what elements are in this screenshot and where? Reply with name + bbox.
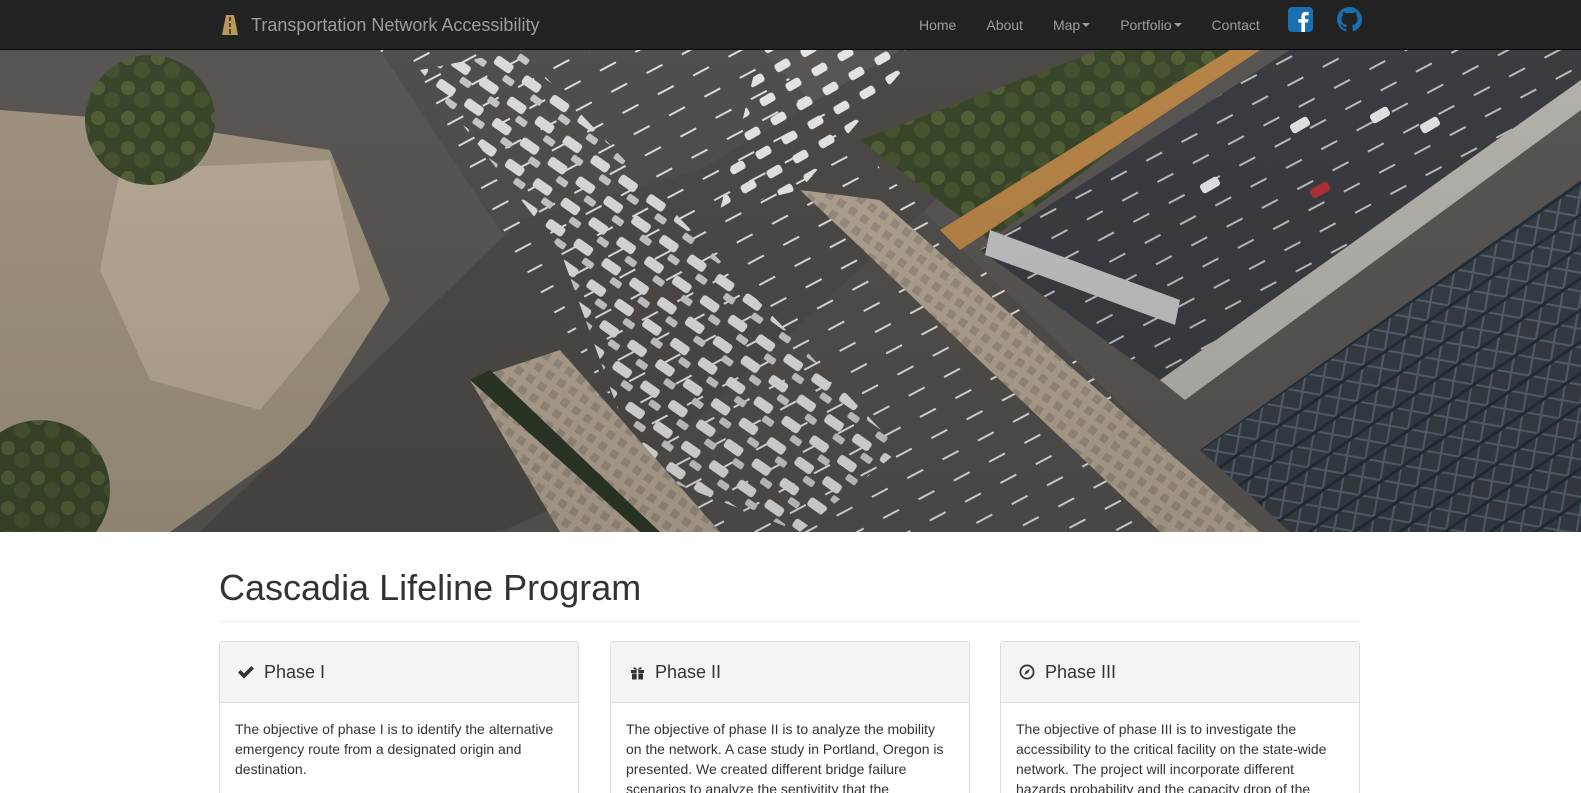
panel-heading: Phase III (1001, 642, 1359, 703)
brand-link[interactable]: Transportation Network Accessibility (221, 0, 539, 50)
panel-heading: Phase I (220, 642, 578, 703)
panel-body: The objective of phase II is to analyze … (626, 721, 944, 793)
panel-title: Phase II (655, 661, 722, 682)
road-logo-icon (222, 15, 238, 35)
caret-down-icon (1082, 23, 1091, 27)
brand-title: Transportation Network Accessibility (251, 14, 540, 35)
checkmark-icon (237, 663, 255, 681)
page-title: Cascadia Lifeline Program (219, 567, 642, 608)
page-header: Cascadia Lifeline Program (219, 565, 1360, 622)
nav-contact[interactable]: Contact (1197, 0, 1275, 50)
nav-about[interactable]: About (971, 0, 1038, 50)
facebook-icon[interactable] (1287, 6, 1313, 32)
nav-map-label: Map (1052, 17, 1081, 33)
github-icon[interactable] (1336, 6, 1362, 32)
panel-body: The objective of phase I is to identify … (235, 721, 554, 777)
hero-carousel[interactable] (0, 50, 1581, 532)
nav-menu: Home About Map Portfolio Contact (904, 0, 1275, 50)
gift-icon (628, 663, 646, 681)
panel-heading: Phase II (611, 642, 969, 703)
panel-title: Phase I (264, 661, 326, 682)
compass-icon (1018, 663, 1036, 681)
traffic-intersection-photo (0, 50, 1581, 532)
panel-body: The objective of phase III is to investi… (1016, 721, 1327, 793)
nav-home[interactable]: Home (904, 0, 971, 50)
navbar: Transportation Network Accessibility Hom… (0, 0, 1581, 50)
nav-portfolio-label: Portfolio (1120, 17, 1172, 33)
panel-title: Phase III (1045, 661, 1117, 682)
phase-2-panel: Phase II The objective of phase II is to… (610, 641, 970, 793)
phase-1-panel: Phase I The objective of phase I is to i… (219, 641, 579, 793)
nav-portfolio-dropdown[interactable]: Portfolio (1105, 0, 1196, 50)
caret-down-icon (1173, 23, 1182, 27)
nav-map-dropdown[interactable]: Map (1038, 0, 1105, 50)
phase-3-panel: Phase III The objective of phase III is … (1000, 641, 1360, 793)
